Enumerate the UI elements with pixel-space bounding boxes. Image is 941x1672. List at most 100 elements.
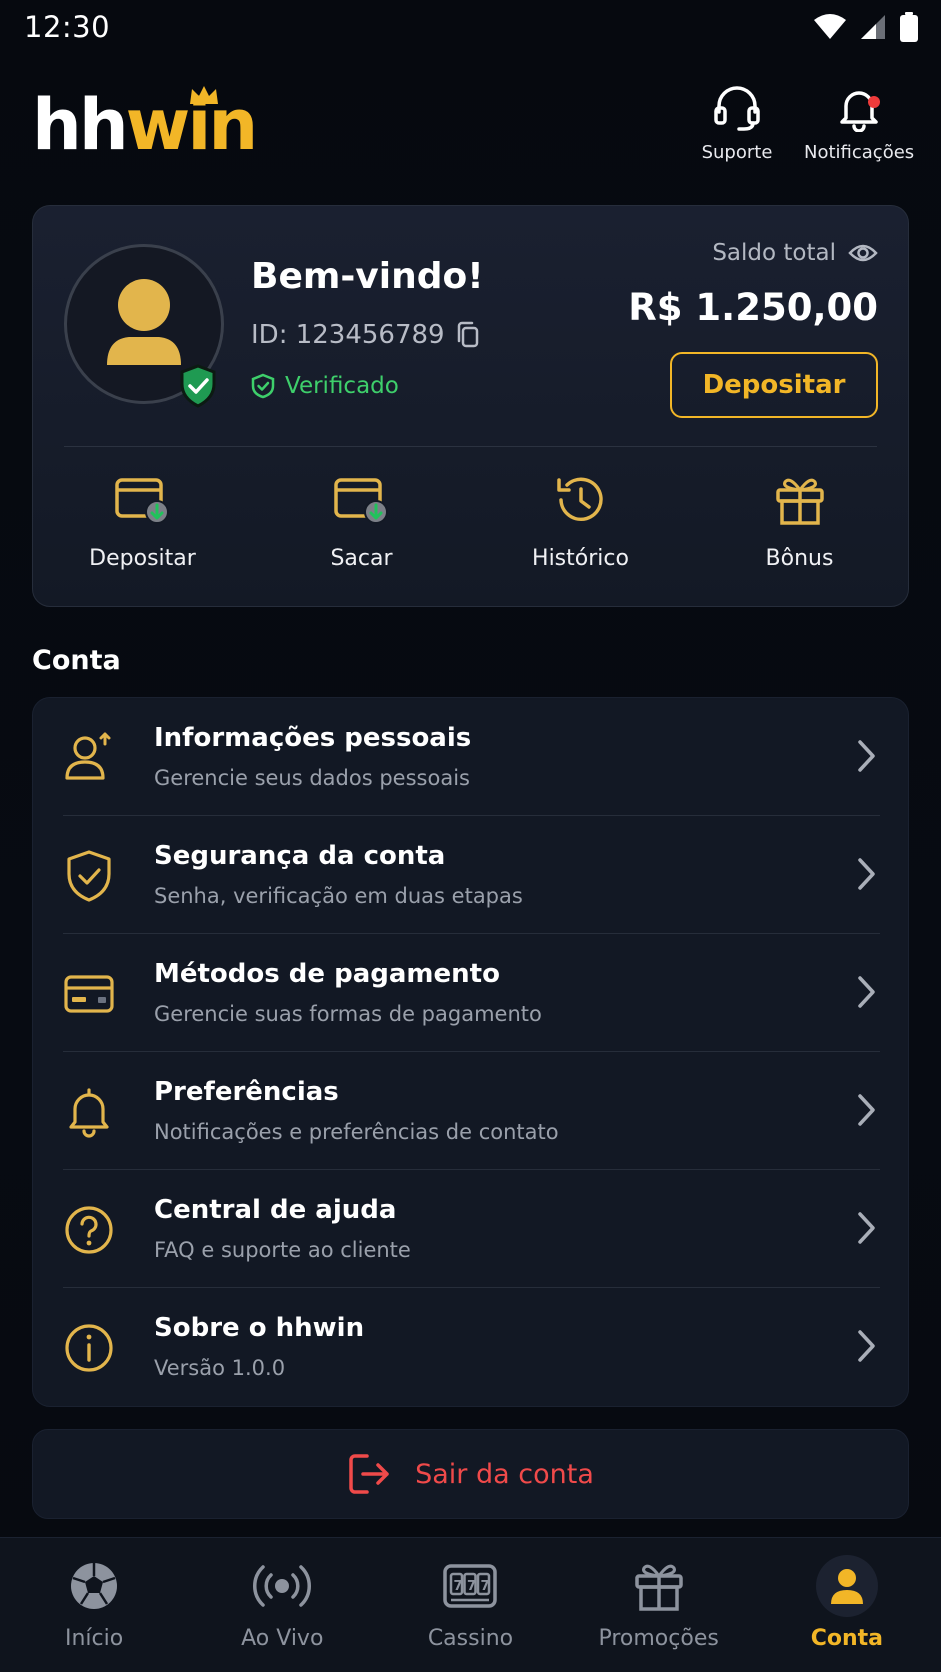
nav-item-ao-vivo[interactable]: Ao Vivo xyxy=(188,1538,376,1672)
menu-item-subtitle: FAQ e suporte ao cliente xyxy=(154,1238,411,1262)
bottom-nav: Início Ao Vivo 7 7 7 Cassino Promoções C… xyxy=(0,1537,941,1672)
user-icon xyxy=(830,1569,863,1604)
user-id-text: ID: 123456789 xyxy=(251,320,445,350)
menu-item-subtitle: Versão 1.0.0 xyxy=(154,1356,286,1380)
card-divider xyxy=(64,446,877,447)
menu-item-subtitle: Gerencie seus dados pessoais xyxy=(154,766,470,790)
quick-action-withdraw[interactable]: Sacar xyxy=(252,464,471,584)
gift-icon xyxy=(634,1564,683,1611)
menu-item-subtitle: Senha, verificação em duas etapas xyxy=(154,884,523,908)
nav-label: Cassino xyxy=(427,1626,514,1651)
gift-icon xyxy=(775,478,824,525)
menu-item-account-security[interactable]: Segurança da conta Senha, verificação em… xyxy=(33,816,910,934)
menu-item-title: Informações pessoais xyxy=(154,723,472,753)
quick-action-label: Sacar xyxy=(330,546,393,571)
quick-actions: Depositar Sacar Histórico Bônus xyxy=(33,464,910,584)
menu-item-about[interactable]: Sobre o hhwin Versão 1.0.0 xyxy=(33,1288,910,1406)
menu-item-title: Preferências xyxy=(154,1077,339,1107)
balance-label-row: Saldo total xyxy=(712,240,878,266)
logout-icon xyxy=(349,1454,389,1494)
status-bar: 12:30 xyxy=(0,0,941,58)
support-button[interactable]: Suporte xyxy=(682,84,792,163)
menu-item-title: Central de ajuda xyxy=(154,1195,397,1225)
bell-icon xyxy=(840,91,878,133)
profile-card: Bem-vindo! ID: 123456789 Verificado Sald… xyxy=(32,205,909,607)
nav-label: Promoções xyxy=(598,1626,719,1651)
quick-action-label: Histórico xyxy=(532,546,629,571)
menu-item-subtitle: Gerencie suas formas de pagamento xyxy=(154,1002,542,1026)
verified-row: Verificado xyxy=(251,373,399,399)
battery-icon xyxy=(900,12,918,42)
live-broadcast-icon xyxy=(253,1565,312,1607)
menu-item-subtitle: Notificações e preferências de contato xyxy=(154,1120,559,1144)
menu-item-payment-methods[interactable]: Métodos de pagamento Gerencie suas forma… xyxy=(33,934,910,1052)
nav-label: Início xyxy=(64,1626,124,1651)
nav-item-conta[interactable]: Conta xyxy=(753,1538,941,1672)
svg-text:7: 7 xyxy=(481,1579,490,1594)
nav-active-indicator xyxy=(815,1555,878,1617)
status-icons xyxy=(813,12,919,42)
crown-icon xyxy=(190,86,218,104)
nav-label: Ao Vivo xyxy=(241,1626,324,1651)
wallet-deposit-icon xyxy=(114,478,169,524)
notifications-button[interactable]: Notificações xyxy=(804,84,914,163)
wifi-icon xyxy=(814,14,846,39)
menu-item-personal-info[interactable]: Informações pessoais Gerencie seus dados… xyxy=(33,698,910,816)
quick-action-deposit[interactable]: Depositar xyxy=(33,464,252,584)
verified-shield-badge-icon xyxy=(180,364,216,408)
status-time: 12:30 xyxy=(24,10,111,44)
balance-label: Saldo total xyxy=(712,240,836,266)
credit-card-icon xyxy=(64,975,114,1013)
svg-text:7: 7 xyxy=(454,1579,463,1594)
shield-check-icon xyxy=(251,373,275,399)
eye-icon[interactable] xyxy=(848,242,878,264)
chevron-right-icon xyxy=(858,858,875,890)
menu-item-help-center[interactable]: Central de ajuda FAQ e suporte ao client… xyxy=(33,1170,910,1288)
nav-item-cassino[interactable]: 7 7 7 Cassino xyxy=(376,1538,564,1672)
chevron-right-icon xyxy=(858,976,875,1008)
menu-item-title: Métodos de pagamento xyxy=(154,959,500,989)
bell-icon xyxy=(69,1088,109,1138)
headset-icon xyxy=(714,86,760,131)
notifications-label: Notificações xyxy=(804,142,915,163)
slot-machine-icon: 7 7 7 xyxy=(443,1564,498,1608)
chevron-right-icon xyxy=(858,740,875,772)
menu-item-title: Sobre o hhwin xyxy=(154,1313,365,1343)
welcome-title: Bem-vindo! xyxy=(251,256,484,297)
info-circle-icon xyxy=(65,1324,113,1372)
quick-action-history[interactable]: Histórico xyxy=(471,464,690,584)
balance-value: R$ 1.250,00 xyxy=(628,286,878,329)
nav-item-promocoes[interactable]: Promoções xyxy=(565,1538,753,1672)
chevron-right-icon xyxy=(858,1330,875,1362)
history-icon xyxy=(556,477,603,521)
deposit-button[interactable]: Depositar xyxy=(670,352,878,418)
chevron-right-icon xyxy=(858,1212,875,1244)
wallet-withdraw-icon xyxy=(333,478,388,524)
menu-item-preferences[interactable]: Preferências Notificações e preferências… xyxy=(33,1052,910,1170)
notification-dot xyxy=(868,96,880,108)
logo-text-hh: hh xyxy=(32,84,129,166)
copy-icon[interactable] xyxy=(455,321,481,349)
svg-text:7: 7 xyxy=(467,1579,476,1594)
signal-icon xyxy=(861,15,885,39)
nav-label: Conta xyxy=(810,1626,883,1651)
account-menu: Informações pessoais Gerencie seus dados… xyxy=(32,697,909,1407)
quick-action-label: Bônus xyxy=(765,546,834,571)
user-edit-icon xyxy=(65,732,111,780)
logout-button[interactable]: Sair da conta xyxy=(32,1429,909,1519)
support-label: Suporte xyxy=(701,142,773,163)
nav-item-inicio[interactable]: Início xyxy=(0,1538,188,1672)
verified-label: Verificado xyxy=(285,373,399,399)
menu-item-title: Segurança da conta xyxy=(154,841,446,871)
hhwin-logo[interactable]: hhwin xyxy=(32,90,258,160)
section-title: Conta xyxy=(32,645,121,676)
user-id-row: ID: 123456789 xyxy=(251,320,481,350)
quick-action-label: Depositar xyxy=(89,546,196,571)
help-circle-icon xyxy=(65,1206,113,1254)
quick-action-bonus[interactable]: Bônus xyxy=(690,464,909,584)
soccer-ball-icon xyxy=(71,1563,118,1609)
app-header: hhwin Suporte Notificações xyxy=(0,70,941,180)
shield-check-icon xyxy=(67,850,111,902)
chevron-right-icon xyxy=(858,1094,875,1126)
logout-label: Sair da conta xyxy=(415,1458,594,1490)
